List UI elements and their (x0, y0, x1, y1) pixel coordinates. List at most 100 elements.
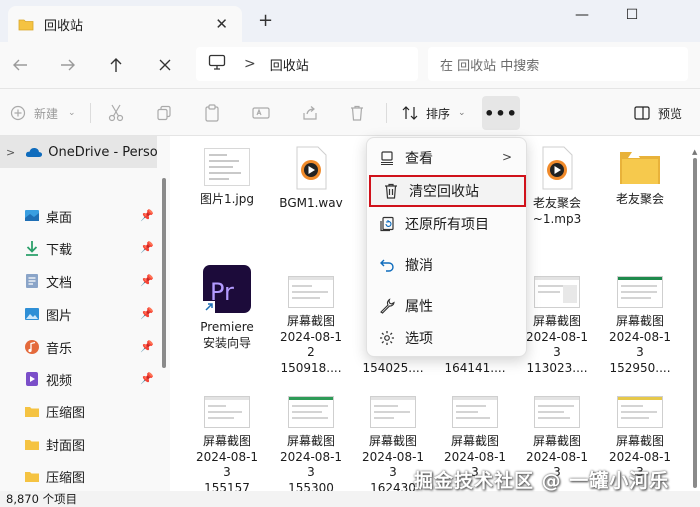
maximize-button[interactable]: ☐ (612, 2, 652, 28)
sort-button[interactable]: 排序 ⌄ (402, 101, 466, 125)
file-name: 屏幕截图 (368, 434, 417, 448)
file-name: 屏幕截图 (615, 434, 664, 448)
content-scrollbar[interactable]: ▲ (692, 148, 698, 490)
address-field[interactable]: > 回收站 (196, 47, 418, 81)
file-name: 3 (223, 465, 231, 479)
file-name: 113023.... (526, 360, 588, 375)
screenshot-thumbnail (452, 396, 498, 428)
scrollbar-thumb[interactable] (693, 158, 697, 488)
search-input[interactable]: 在 回收站 中搜索 (428, 47, 688, 81)
breadcrumb-recycle-bin[interactable]: 回收站 (270, 55, 309, 74)
file-item[interactable]: 老友聚会 ~1.mp3 (518, 146, 596, 227)
cancel-icon[interactable] (151, 52, 179, 78)
sidebar-item-desktop[interactable]: 桌面 📌 (24, 204, 158, 228)
sidebar-item-folder[interactable]: 封面图 (24, 432, 158, 456)
new-tab-button[interactable]: + (258, 10, 273, 31)
scroll-up-icon[interactable]: ▲ (692, 148, 697, 156)
file-item[interactable]: Pr Premiere 安装向导 (188, 264, 266, 351)
status-bar: 8,870 个项目 (0, 491, 700, 507)
sidebar-item-folder[interactable]: 压缩图 (24, 399, 158, 423)
screenshot-thumbnail (204, 396, 250, 428)
up-arrow-icon[interactable] (102, 52, 130, 78)
submenu-arrow-icon: > (501, 150, 512, 164)
forward-arrow-icon[interactable] (54, 52, 82, 78)
breadcrumb-separator[interactable]: > (244, 56, 256, 72)
sidebar-item-videos[interactable]: 视频 📌 (24, 367, 158, 391)
minimize-button[interactable]: — (562, 2, 602, 28)
file-item[interactable]: 屏幕截图 2024-08-1 3 152950.... (601, 276, 679, 376)
file-name: 屏幕截图 (450, 434, 499, 448)
pin-icon[interactable]: 📌 (140, 274, 154, 287)
sidebar-item-music[interactable]: 音乐 📌 (24, 335, 158, 359)
file-item[interactable]: 屏幕截图 2024-08-1 3 155157 (188, 396, 266, 496)
search-placeholder: 在 回收站 中搜索 (440, 58, 540, 74)
file-name: 2024-08-1 (608, 449, 672, 464)
plus-circle-icon (10, 105, 26, 121)
sort-icon (402, 105, 418, 121)
sidebar-item-onedrive[interactable]: > OneDrive - Personal (0, 136, 157, 168)
sidebar-item-label: 文档 (46, 275, 73, 291)
file-name: 2024-08-1 (195, 449, 259, 464)
share-icon[interactable] (302, 101, 318, 125)
screenshot-thumbnail (534, 396, 580, 428)
pin-icon[interactable]: 📌 (140, 241, 154, 254)
sidebar-item-documents[interactable]: 文档 📌 (24, 269, 158, 293)
videos-icon (24, 371, 40, 387)
restore-icon (377, 214, 397, 234)
cloud-icon (25, 146, 43, 158)
new-label: 新建 (34, 106, 59, 121)
see-more-button[interactable]: ••• (482, 96, 520, 130)
screenshot-thumbnail (288, 396, 334, 428)
sidebar-item-downloads[interactable]: 下载 📌 (24, 236, 158, 260)
new-button[interactable]: 新建 ⌄ (10, 101, 76, 125)
folder-icon (618, 148, 662, 186)
back-arrow-icon[interactable] (6, 52, 34, 78)
pin-icon[interactable]: 📌 (140, 372, 154, 385)
file-name: 图片1.jpg (199, 192, 255, 206)
computer-icon (208, 54, 226, 74)
copy-icon[interactable] (156, 101, 172, 125)
pin-icon[interactable]: 📌 (140, 307, 154, 320)
menu-item-restore-all[interactable]: 还原所有项目 (367, 208, 528, 240)
file-name: 154025.... (362, 361, 424, 375)
menu-item-undo[interactable]: 撤消 (367, 249, 528, 281)
chevron-right-icon[interactable]: > (6, 146, 15, 159)
delete-icon[interactable] (350, 101, 364, 125)
preview-button[interactable]: 预览 (634, 101, 682, 125)
file-name: 152950.... (609, 360, 671, 375)
sidebar-item-label: 视频 (46, 373, 73, 389)
file-item[interactable]: 图片1.jpg (188, 148, 266, 208)
sidebar-item-label: 桌面 (46, 210, 73, 226)
settings-icon (377, 328, 397, 348)
menu-item-empty-recycle-bin[interactable]: 清空回收站 (369, 175, 526, 207)
sidebar-item-folder[interactable]: 压缩图 (24, 464, 158, 488)
file-name: 150918.... (280, 360, 342, 375)
file-name: ~1.mp3 (532, 211, 582, 226)
file-item[interactable]: 屏幕截图 2024-08-1 3 155300 (272, 396, 350, 496)
menu-item-options[interactable]: 选项 (367, 322, 528, 354)
close-tab-icon[interactable]: ✕ (215, 15, 228, 33)
wrench-icon (377, 296, 397, 316)
file-name: 164141.... (444, 361, 506, 375)
file-item[interactable]: 屏幕截图 2024-08-1 3 113023.... (518, 276, 596, 376)
file-item[interactable]: 屏幕截图 2024-08-1 2 150918.... (272, 276, 350, 376)
sidebar-item-pictures[interactable]: 图片 📌 (24, 302, 158, 326)
view-icon (377, 148, 397, 168)
cut-icon[interactable] (108, 101, 124, 125)
menu-item-view[interactable]: 查看 > (367, 142, 528, 174)
file-name: 2024-08-1 (525, 449, 589, 464)
sidebar-scrollbar[interactable] (162, 178, 166, 368)
rename-icon[interactable] (252, 101, 270, 125)
chevron-down-icon: ⌄ (68, 108, 76, 118)
menu-item-label: 清空回收站 (409, 184, 479, 200)
menu-item-properties[interactable]: 属性 (367, 290, 528, 322)
audio-file-icon (540, 146, 574, 190)
file-item[interactable]: 老友聚会 (601, 148, 679, 208)
file-item[interactable]: BGM1.wav (272, 146, 350, 212)
pin-icon[interactable]: 📌 (140, 340, 154, 353)
sidebar-item-label: 音乐 (46, 341, 73, 357)
documents-icon (24, 273, 40, 289)
pin-icon[interactable]: 📌 (140, 209, 154, 222)
paste-icon[interactable] (204, 101, 220, 125)
tab-recycle-bin[interactable]: 回收站 ✕ (8, 6, 242, 42)
